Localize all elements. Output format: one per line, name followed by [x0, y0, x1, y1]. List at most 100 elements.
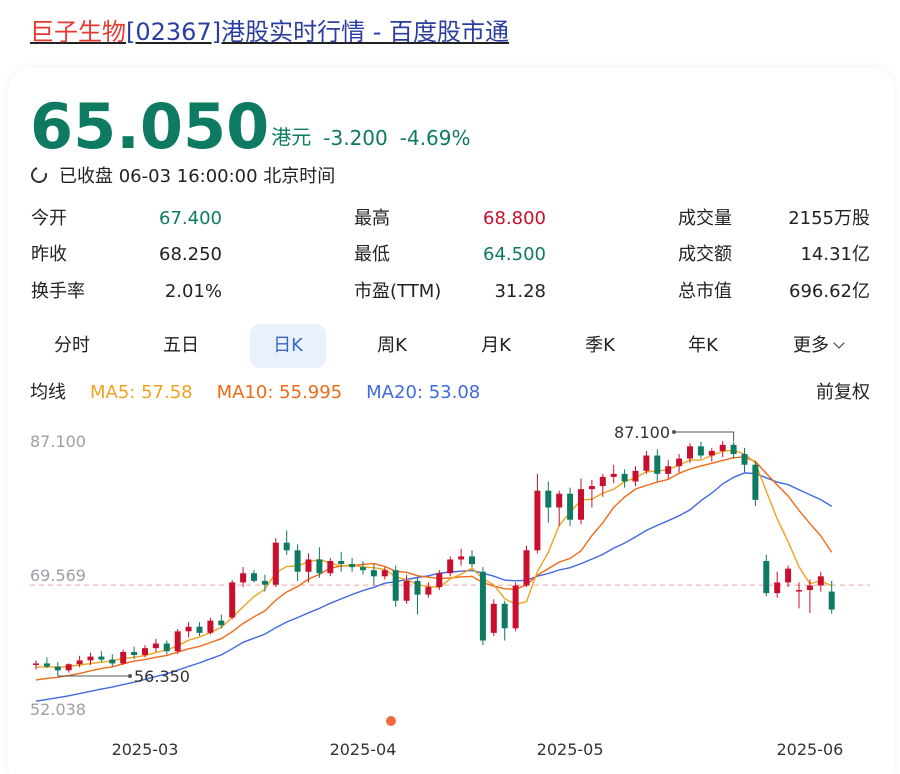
candlestick [120, 649, 127, 665]
candlestick [54, 661, 61, 677]
tab-intraday[interactable]: 分时 [32, 324, 112, 368]
candlestick [109, 654, 116, 667]
ma10-legend: MA10: 55.995 [216, 382, 343, 403]
candlestick [316, 547, 323, 578]
candle-body [120, 651, 127, 664]
candle-body [730, 444, 737, 454]
candle-body [610, 473, 617, 477]
candle-body [796, 590, 802, 592]
candle-body [251, 573, 257, 581]
candlestick [774, 571, 781, 598]
candlestick [469, 550, 475, 568]
candle-body [697, 446, 704, 456]
tab-more[interactable]: 更多 [776, 324, 860, 368]
candle-body [316, 559, 323, 574]
tab-weekly-k[interactable]: 周K [352, 324, 432, 368]
candlestick [817, 571, 824, 592]
candle-body [76, 660, 83, 665]
stat-turnover-rate-label: 换手率 [31, 281, 85, 302]
candle-body [556, 493, 563, 508]
candle-body [545, 490, 552, 508]
stat-volume-value: 2155万股 [788, 208, 870, 229]
candle-body [774, 582, 781, 594]
candlestick [512, 582, 519, 632]
low-annotation-dot [128, 674, 132, 679]
candle-body [665, 466, 672, 474]
candlestick [654, 449, 661, 482]
page-title-name[interactable]: 巨子生物 [30, 18, 126, 46]
high-annotation-dot [672, 430, 676, 434]
candle-body [708, 450, 715, 456]
stat-low-label: 最低 [354, 244, 390, 265]
stat-high-label: 最高 [354, 208, 390, 229]
tab-more-label: 更多 [793, 335, 829, 356]
adjust-type-button[interactable]: 前复权 [816, 380, 870, 406]
candlestick [796, 582, 802, 609]
tab-daily-k[interactable]: 日K [250, 324, 326, 368]
candlestick [490, 599, 497, 636]
candle-body [523, 550, 530, 586]
candlestick [98, 651, 105, 662]
candle-body [65, 664, 72, 671]
refresh-icon[interactable] [28, 164, 50, 186]
candlestick [272, 538, 279, 587]
stat-turnover-label: 成交额 [678, 244, 732, 265]
candle-body [534, 490, 541, 551]
chart-scroll-indicator[interactable] [386, 716, 396, 726]
chart-labels: 87.100 69.569 52.038 2025-03 2025-04 2025-05 2… [30, 423, 843, 759]
tab-five-day[interactable]: 五日 [141, 324, 221, 368]
candlestick [578, 478, 584, 525]
candle-body [381, 570, 388, 577]
candle-body [360, 567, 366, 571]
kline-chart[interactable]: 87.100 69.569 52.038 2025-03 2025-04 2025-05 2… [0, 410, 900, 774]
candlestick [730, 441, 737, 459]
candlestick [621, 469, 628, 488]
candlestick [392, 565, 399, 607]
candle-body [817, 576, 824, 586]
high-annotation-line [674, 431, 735, 441]
candle-body [131, 651, 138, 656]
stat-market-cap-value: 696.62亿 [789, 281, 870, 302]
candlestick [599, 473, 606, 497]
candlestick [185, 622, 192, 638]
candle-body [218, 620, 225, 626]
stat-pe-label: 市盈(TTM) [354, 281, 442, 302]
candlestick [43, 657, 50, 669]
current-price: 65.050 [30, 90, 270, 163]
stat-turnover-rate-value: 2.01% [164, 281, 222, 302]
candle-body [152, 643, 159, 649]
price-change: -3.200 [323, 126, 388, 150]
candlestick [806, 579, 813, 613]
candle-body [425, 586, 432, 595]
page-title[interactable]: 巨子生物[02367]港股实时行情 - 百度股市通 [30, 14, 509, 50]
candlestick [261, 574, 268, 592]
candle-body [501, 603, 508, 629]
stat-prev-close-value: 68.250 [159, 244, 222, 265]
candlestick [414, 577, 421, 615]
high-annotation-label: 87.100 [614, 423, 670, 442]
tab-monthly-k[interactable]: 月K [456, 324, 536, 368]
tab-quarterly-k[interactable]: 季K [560, 324, 640, 368]
tab-yearly-k[interactable]: 年K [663, 324, 743, 368]
candle-body [621, 473, 628, 482]
candle-body [687, 446, 693, 459]
page-title-rest[interactable]: [02367]港股实时行情 - 百度股市通 [126, 18, 509, 46]
candle-body [447, 559, 454, 574]
ma20-legend: MA20: 53.08 [366, 382, 481, 403]
candlestick [588, 479, 595, 508]
candle-body [109, 659, 116, 664]
chevron-down-icon [833, 337, 845, 349]
y-tick-label: 52.038 [30, 700, 86, 719]
moving-average-lines [35, 449, 833, 702]
candle-body [654, 455, 661, 474]
candle-body [469, 556, 475, 565]
stat-market-cap-label: 总市值 [678, 281, 732, 302]
candle-body [229, 582, 236, 618]
candle-body [599, 476, 606, 487]
candle-body [392, 570, 399, 601]
candlestick [534, 473, 541, 554]
candle-body [490, 603, 497, 633]
candlestick [447, 556, 454, 577]
ma5-legend: MA5: 57.58 [90, 382, 193, 403]
candlestick [294, 544, 301, 581]
